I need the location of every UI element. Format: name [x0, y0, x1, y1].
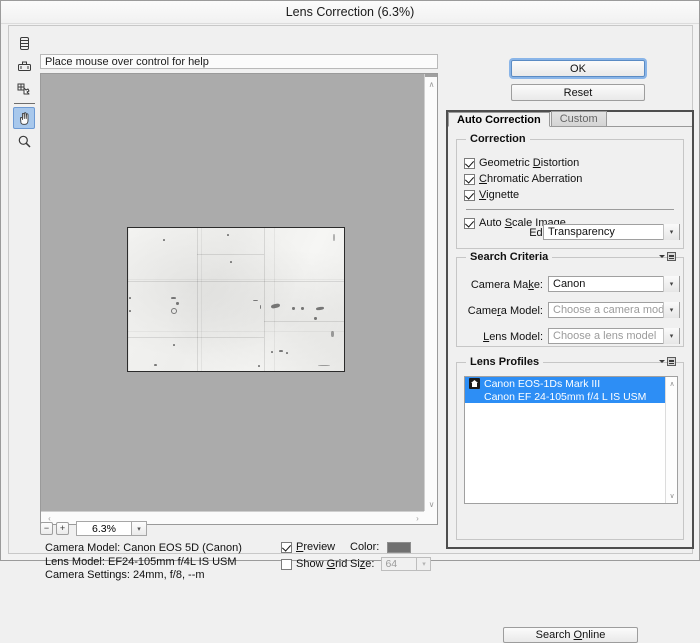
list-item-lens-label: Canon EF 24-105mm f/4 L IS USM	[484, 390, 647, 403]
grid-color-swatch[interactable]	[387, 541, 412, 553]
vignette-checkbox-box[interactable]	[464, 189, 475, 201]
window-title: Lens Correction (6.3%)	[285, 5, 415, 19]
camera-model-chevron-down-icon[interactable]: ▾	[663, 302, 679, 318]
color-label: Color:	[350, 541, 380, 553]
check-vignette[interactable]: Vignette	[464, 189, 519, 201]
preview-canvas[interactable]	[41, 74, 424, 511]
list-item-lens[interactable]: Canon EF 24-105mm f/4 L IS USM	[465, 390, 677, 403]
tool-palette	[13, 32, 37, 152]
help-bar: Place mouse over control for help	[40, 54, 438, 69]
auto-scale-checkbox-box[interactable]	[464, 217, 475, 229]
scroll-track-marker	[425, 74, 437, 77]
correction-group-title: Correction	[466, 133, 530, 145]
search-criteria-group: Search Criteria Camera Make: Canon ▾ Cam…	[456, 251, 684, 347]
edge-chevron-down-icon[interactable]: ▾	[663, 224, 679, 240]
camera-model-select[interactable]: Choose a camera model ▾	[548, 302, 680, 318]
camera-make-select[interactable]: Canon ▾	[548, 276, 680, 292]
edge-select[interactable]: Transparency ▾	[543, 224, 680, 240]
reset-button[interactable]: Reset	[511, 84, 645, 101]
move-grid-tool[interactable]	[13, 78, 35, 100]
lens-model-label: Lens Model:	[483, 331, 543, 343]
titlebar: Lens Correction (6.3%)	[1, 1, 699, 24]
scroll-right-icon[interactable]: ›	[411, 512, 424, 525]
dialog-body: Place mouse over control for help ∧ ∨ ‹ …	[8, 25, 694, 643]
help-text: Place mouse over control for help	[45, 55, 209, 68]
zoom-out-button[interactable]: −	[40, 522, 53, 535]
lens-model-select[interactable]: Choose a lens model ▾	[548, 328, 680, 344]
search-online-button[interactable]: Search Online	[503, 627, 638, 643]
size-label: Size:	[350, 558, 375, 570]
list-scroll-up-icon[interactable]: ∧	[666, 378, 677, 390]
panel-content: Correction Geometric Distortion Chromati…	[448, 127, 692, 643]
preview-image	[127, 227, 345, 372]
preview-canvas-area[interactable]: ∧ ∨ ‹ ›	[40, 73, 438, 525]
lens-profiles-title: Lens Profiles	[466, 356, 544, 368]
lens-profiles-panel-menu[interactable]	[659, 357, 676, 366]
search-criteria-title: Search Criteria	[466, 251, 553, 263]
lens-correction-dialog: Lens Correction (6.3%) Place mouse over …	[0, 0, 700, 643]
chromatic-aberration-label: Chromatic Aberration	[479, 173, 583, 185]
geometric-distortion-checkbox-box[interactable]	[464, 157, 475, 169]
edge-select-value: Transparency	[548, 226, 615, 238]
triangle-down-icon	[659, 255, 665, 258]
geometric-distortion-label: Geometric Distortion	[479, 157, 580, 169]
lens-profiles-scrollbar[interactable]: ∧ ∨	[665, 377, 677, 503]
show-grid-checkbox-box[interactable]	[281, 558, 292, 570]
correction-panel: Auto Correction Custom Correction Geomet…	[446, 110, 694, 643]
show-grid-label: Show Grid	[296, 558, 348, 570]
info-lens-model: Lens Model: EF24-105mm f/4L IS USM	[45, 555, 237, 568]
scroll-down-icon[interactable]: ∨	[425, 498, 438, 511]
lens-model-value: Choose a lens model	[553, 330, 657, 342]
zoom-control: − + 6.3% ▾	[40, 520, 170, 537]
zoom-tool[interactable]	[13, 130, 35, 152]
canvas-vertical-scrollbar[interactable]: ∧ ∨	[424, 74, 437, 511]
hand-tool[interactable]	[13, 107, 35, 129]
preview-checkbox[interactable]: Preview	[281, 541, 335, 553]
panel-tabs: Auto Correction Custom	[448, 111, 692, 127]
menu-lines-icon	[667, 252, 676, 261]
preview-label: Preview	[296, 541, 336, 553]
tab-auto-correction[interactable]: Auto Correction	[448, 112, 550, 127]
list-item-camera[interactable]: Canon EOS-1Ds Mark III	[465, 377, 677, 390]
check-chromatic-aberration[interactable]: Chromatic Aberration	[464, 173, 582, 185]
camera-model-value: Choose a camera model	[553, 304, 673, 316]
info-camera-model: Camera Model: Canon EOS 5D (Canon)	[45, 542, 242, 554]
info-camera-settings: Camera Settings: 24mm, f/8, --m	[45, 569, 205, 581]
search-online-label: Search Online	[535, 629, 606, 641]
correction-divider	[466, 209, 674, 210]
ok-button[interactable]: OK	[511, 60, 645, 77]
menu-lines-icon	[667, 357, 676, 366]
zoom-in-button[interactable]: +	[56, 522, 69, 535]
grid-color-row: Color:	[350, 541, 412, 553]
zoom-level-chevron-down-icon[interactable]: ▾	[132, 521, 147, 536]
chromatic-aberration-checkbox-box[interactable]	[464, 173, 475, 185]
camera-make-label: Camera Make:	[470, 279, 543, 291]
lens-profiles-group: Lens Profiles Canon EOS-1Ds Mark III Can…	[456, 356, 684, 540]
grid-size-input[interactable]: 64	[381, 557, 418, 571]
scrollbar-corner	[424, 511, 437, 524]
zoom-level-value[interactable]: 6.3%	[76, 521, 132, 536]
list-scroll-down-icon[interactable]: ∨	[666, 490, 677, 502]
search-criteria-panel-menu[interactable]	[659, 252, 676, 261]
image-info: Camera Model: Canon EOS 5D (Canon) Lens …	[45, 542, 305, 583]
check-geometric-distortion[interactable]: Geometric Distortion	[464, 157, 579, 169]
lens-profiles-list[interactable]: Canon EOS-1Ds Mark III Canon EF 24-105mm…	[464, 376, 678, 504]
camera-make-value: Canon	[553, 278, 586, 290]
vignette-label: Vignette	[479, 189, 520, 201]
tab-custom[interactable]: Custom	[550, 111, 607, 126]
remove-distortion-tool[interactable]	[13, 32, 35, 54]
show-grid-checkbox[interactable]: Show Grid	[281, 558, 347, 570]
camera-model-label: Camera Model:	[467, 305, 543, 317]
grid-size-chevron-down-icon[interactable]: ▾	[417, 557, 432, 571]
lens-model-chevron-down-icon[interactable]: ▾	[663, 328, 679, 344]
toolbar-divider	[14, 103, 35, 104]
triangle-down-icon	[659, 360, 665, 363]
straighten-tool[interactable]	[13, 55, 35, 77]
camera-make-chevron-down-icon[interactable]: ▾	[663, 276, 679, 292]
home-icon	[469, 378, 480, 389]
grid-size-row: Size: 64 ▾	[350, 557, 432, 571]
preview-checkbox-box[interactable]	[281, 541, 292, 553]
list-item-camera-label: Canon EOS-1Ds Mark III	[484, 377, 601, 390]
scroll-up-icon[interactable]: ∧	[425, 78, 438, 91]
